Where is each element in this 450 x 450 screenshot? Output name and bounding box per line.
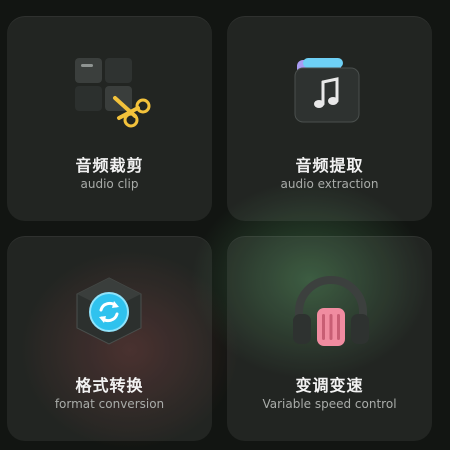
format-conversion-card[interactable]: 格式转换 format conversion <box>7 236 212 441</box>
scissors-grid-icon <box>71 56 151 130</box>
music-folder-icon <box>289 56 371 128</box>
card-subtitle: Variable speed control <box>262 397 397 411</box>
card-title: 音频提取 <box>295 156 364 175</box>
card-title: 音频裁剪 <box>75 156 144 175</box>
variable-speed-card[interactable]: 变调变速 Variable speed control <box>227 236 432 441</box>
card-title: 变调变速 <box>295 376 364 395</box>
audio-extraction-card[interactable]: 音频提取 audio extraction <box>227 16 432 221</box>
headphones-icon <box>291 274 371 348</box>
card-subtitle: format conversion <box>54 397 165 411</box>
convert-cube-icon <box>71 274 147 348</box>
card-title: 格式转换 <box>75 376 144 395</box>
card-subtitle: audio extraction <box>280 177 379 191</box>
audio-clip-card[interactable]: 音频裁剪 audio clip <box>7 16 212 221</box>
card-subtitle: audio clip <box>80 177 139 191</box>
